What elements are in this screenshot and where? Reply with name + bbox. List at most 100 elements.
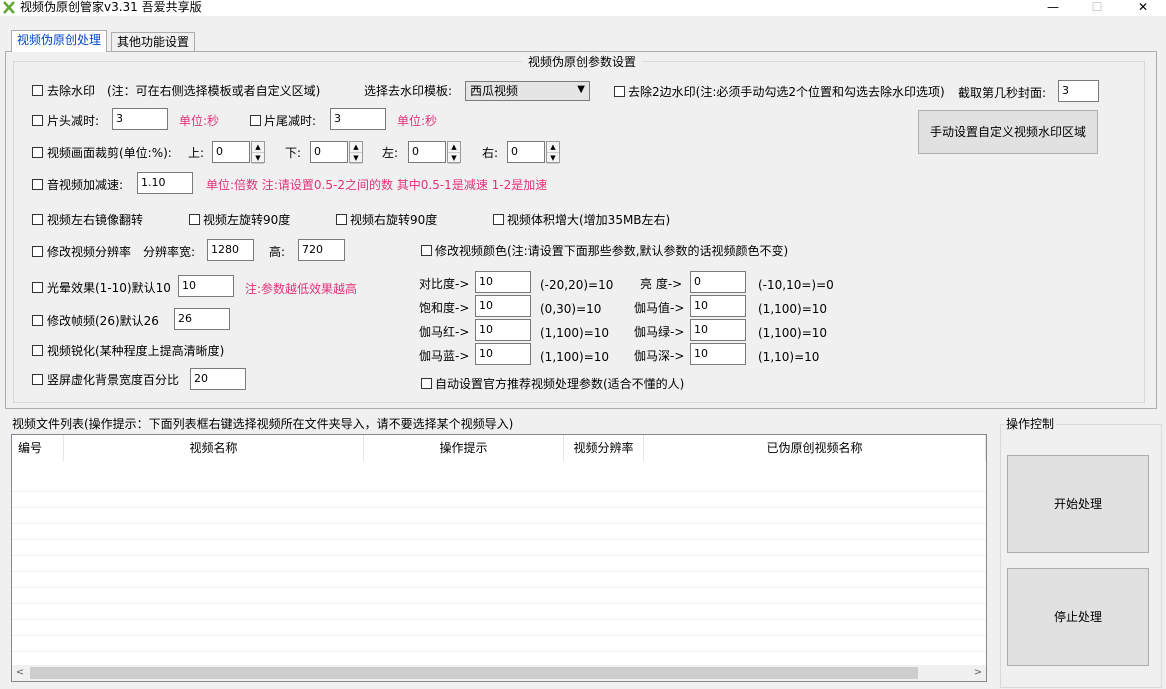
fps-checkbox[interactable] [32,315,43,326]
chevron-down-icon: ▼ [577,84,585,95]
crop-bottom-input[interactable]: 0 [310,141,348,163]
column-number[interactable]: 编号 [12,435,64,461]
crop-bottom-spinner[interactable]: ▲ ▼ [349,141,363,164]
crop-left-input[interactable]: 0 [408,141,446,163]
glow-checkbox[interactable] [32,282,43,293]
blur-bg-checkbox[interactable] [32,374,43,385]
column-processed-name[interactable]: 已伪原创视频名称 [644,435,986,461]
spin-up-icon: ▲ [547,142,559,153]
mirror-checkbox[interactable] [32,214,43,225]
template-select[interactable]: 西瓜视频 ▼ [465,81,590,101]
cover-input[interactable]: 3 [1058,80,1099,102]
color-checkbox[interactable] [421,245,432,256]
gamma-depth-label: 伽马深-> [634,349,685,363]
contrast-input[interactable]: 10 [475,271,531,293]
crop-top-input[interactable]: 0 [212,141,250,163]
resolution-width-input[interactable]: 1280 [207,239,254,261]
column-hint[interactable]: 操作提示 [364,435,564,461]
fps-input[interactable]: 26 [174,308,230,330]
column-resolution[interactable]: 视频分辨率 [564,435,644,461]
tail-cut-checkbox[interactable] [250,115,261,126]
head-cut-input[interactable]: 3 [112,108,168,130]
auto-params-checkbox[interactable] [421,378,432,389]
spin-down-icon: ▼ [252,153,264,164]
file-list-view[interactable]: 编号 视频名称 操作提示 视频分辨率 已伪原创视频名称 < > [11,434,987,682]
gamma-green-range: (1,100)=10 [758,326,828,340]
crop-top-spinner[interactable]: ▲ ▼ [251,141,265,164]
list-row [12,523,986,540]
remove-2-watermark-label: 去除2边水印(注:必须手动勾选2个位置和勾选去除水印选项) [628,85,945,99]
enlarge-label: 视频体积增大(增加35MB左右) [507,213,671,227]
file-list-header: 编号 视频名称 操作提示 视频分辨率 已伪原创视频名称 [12,435,986,461]
rotate-left-label: 视频左旋转90度 [203,213,291,227]
gamma-green-input[interactable]: 10 [690,319,746,341]
list-row [12,507,986,524]
stop-button[interactable]: 停止处理 [1007,568,1149,666]
window-title: 视频伪原创管家v3.31 吾爱共享版 [20,0,202,14]
scrollbar-thumb[interactable] [30,667,918,679]
glow-input[interactable]: 10 [178,275,234,297]
cover-label: 截取第几秒封面: [958,86,1047,100]
resolution-width-label: 分辨率宽: [143,245,196,259]
sharpen-checkbox[interactable] [32,345,43,356]
start-button[interactable]: 开始处理 [1007,455,1149,553]
resolution-label: 修改视频分辨率 [47,245,132,259]
tab-other-settings[interactable]: 其他功能设置 [111,32,196,52]
list-row [12,619,986,636]
fps-label: 修改帧频(26)默认26 [47,314,159,328]
tail-cut-label: 片尾减时: [264,114,317,128]
crop-right-input[interactable]: 0 [507,141,545,163]
resolution-height-label: 高: [269,245,286,259]
crop-checkbox[interactable] [32,147,43,158]
spin-up-icon: ▲ [350,142,362,153]
sharpen-label: 视频锐化(某种程度上提高清晰度) [47,344,225,358]
horizontal-scrollbar[interactable]: < > [12,665,986,681]
glow-label: 光晕效果(1-10)默认10 [47,281,171,295]
app-logo-icon [3,1,15,14]
remove-2-watermark-checkbox[interactable] [614,86,625,97]
remove-watermark-checkbox[interactable] [32,85,43,96]
maximize-button[interactable]: ☐ [1080,0,1114,14]
resolution-checkbox[interactable] [32,246,43,257]
gamma-depth-input[interactable]: 10 [690,343,746,365]
speed-label: 音视频加减速: [47,178,124,192]
head-cut-checkbox[interactable] [32,115,43,126]
enlarge-checkbox[interactable] [493,214,504,225]
blur-bg-input[interactable]: 20 [190,368,246,390]
gamma-blue-input[interactable]: 10 [475,343,531,365]
crop-top-label: 上: [188,146,205,160]
crop-label: 视频画面裁剪(单位:%): [47,146,172,160]
crop-right-label: 右: [482,146,499,160]
gamma-red-range: (1,100)=10 [540,326,610,340]
brightness-input[interactable]: 0 [690,271,746,293]
list-row [12,635,986,652]
column-video-name[interactable]: 视频名称 [64,435,364,461]
list-row [12,555,986,572]
minimize-button[interactable]: — [1036,0,1070,14]
gamma-red-input[interactable]: 10 [475,319,531,341]
head-cut-label: 片头减时: [47,114,100,128]
rotate-left-checkbox[interactable] [189,214,200,225]
manual-watermark-region-button[interactable]: 手动设置自定义视频水印区域 [918,110,1098,154]
tab-video-process[interactable]: 视频伪原创处理 [11,30,108,52]
speed-input[interactable]: 1.10 [137,172,193,194]
close-button[interactable]: ✕ [1126,0,1160,14]
spin-down-icon: ▼ [448,153,460,164]
tail-cut-input[interactable]: 3 [330,108,386,130]
speed-note: 单位:倍数 注:请设置0.5-2之间的数 其中0.5-1是减速 1-2是加速 [206,178,548,192]
crop-left-label: 左: [382,146,399,160]
control-title: 操作控制 [1004,415,1057,432]
template-label: 选择去水印模板: [364,84,453,98]
gamma-label: 伽马值-> [634,301,685,315]
crop-right-spinner[interactable]: ▲ ▼ [546,141,560,164]
speed-checkbox[interactable] [32,179,43,190]
saturation-input[interactable]: 10 [475,295,531,317]
crop-left-spinner[interactable]: ▲ ▼ [447,141,461,164]
scroll-left-icon[interactable]: < [12,665,28,681]
rotate-right-checkbox[interactable] [336,214,347,225]
gamma-input[interactable]: 10 [690,295,746,317]
tail-cut-unit: 单位:秒 [397,114,438,128]
scroll-right-icon[interactable]: > [970,665,986,681]
list-row [12,475,986,492]
resolution-height-input[interactable]: 720 [298,239,345,261]
